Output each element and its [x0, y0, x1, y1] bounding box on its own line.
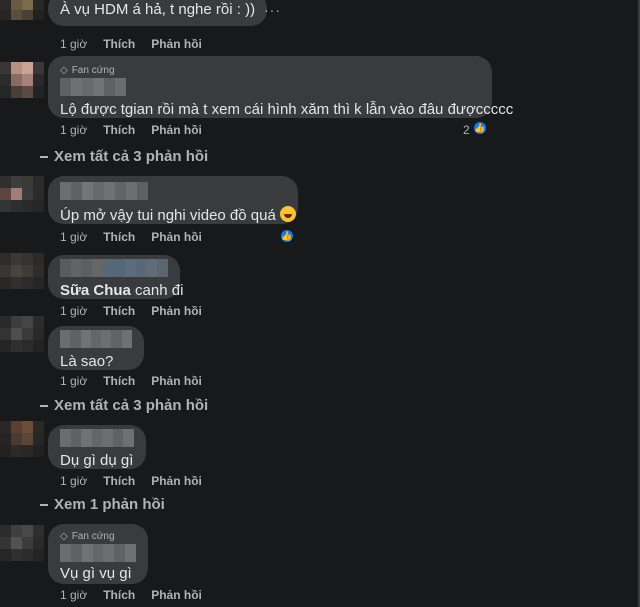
thread-line: [40, 404, 48, 407]
view-replies-link[interactable]: Xem tất cả 3 phản hồi: [40, 148, 208, 165]
comment-bubble: Là sao?: [48, 326, 144, 370]
comment-actions: 1 giờ Thích Phản hồi: [60, 304, 202, 318]
timestamp[interactable]: 1 giờ: [60, 37, 87, 51]
thumbs-up-icon[interactable]: 👍: [279, 228, 295, 244]
timestamp[interactable]: 1 giờ: [60, 588, 87, 602]
comment-actions: 1 giờ Thích Phản hồi: [60, 230, 202, 244]
author-name-blurred[interactable]: [60, 259, 168, 277]
comment-actions: 1 giờ Thích Phản hồi: [60, 474, 202, 488]
author-name-blurred[interactable]: [60, 544, 137, 562]
grin-emoji-icon: [279, 206, 296, 222]
comment-text: Lộ được tgian rồi mà t xem cái hình xăm …: [60, 101, 514, 118]
comment-bubble: Úp mở vậy tui nghi video đồ quá: [48, 176, 298, 224]
comment-bubble: Sữa Chua canh đi: [48, 255, 183, 301]
author-name-blurred[interactable]: [60, 330, 132, 348]
thumbs-up-icon[interactable]: 👍: [472, 120, 488, 136]
reply-button[interactable]: Phản hồi: [151, 474, 202, 488]
avatar[interactable]: [0, 421, 44, 457]
comment-text-content: Úp mở vậy tui nghi video đồ quá: [60, 207, 276, 224]
comment-bubble: ◇ Fan cứng Lộ được tgian rồi mà t xem cá…: [48, 56, 514, 118]
view-replies-label: Xem 1 phản hồi: [54, 496, 165, 513]
mention-tag[interactable]: Sữa Chua: [60, 282, 131, 299]
comment-bubble: Dụ gì dụ gì: [48, 425, 146, 469]
comment-thread: À vụ HDM á hả, t nghe rồi : )) ··· 1 giờ…: [0, 0, 640, 607]
comment-actions: 1 giờ Thích Phản hồi: [60, 123, 202, 137]
comment-text: À vụ HDM á hả, t nghe rồi : )): [60, 1, 256, 18]
avatar[interactable]: [0, 176, 44, 212]
reply-button[interactable]: Phản hồi: [151, 123, 202, 137]
author-name-blurred[interactable]: [60, 429, 135, 447]
comment-text: Úp mở vậy tui nghi video đồ quá: [60, 206, 296, 226]
like-button[interactable]: Thích: [103, 230, 135, 244]
avatar[interactable]: [0, 253, 44, 289]
comment-actions: 1 giờ Thích Phản hồi: [60, 374, 202, 388]
reply-button[interactable]: Phản hồi: [151, 37, 202, 51]
view-replies-label: Xem tất cả 3 phản hồi: [54, 397, 209, 414]
avatar[interactable]: [0, 316, 44, 352]
comment-actions: 1 giờ Thích Phản hồi: [60, 588, 202, 602]
badge-label: Fan cứng: [71, 65, 115, 76]
author-name-blurred[interactable]: [60, 182, 286, 200]
badge-label: Fan cứng: [71, 531, 115, 542]
like-button[interactable]: Thích: [103, 474, 135, 488]
reply-button[interactable]: Phản hồi: [151, 304, 202, 318]
reply-button[interactable]: Phản hồi: [151, 230, 202, 244]
diamond-icon: ◇: [60, 531, 68, 542]
thread-line: [40, 503, 48, 506]
comment-text: Sữa Chua canh đi: [60, 281, 183, 301]
comment-text: Là sao?: [60, 353, 114, 370]
comment-text: Dụ gì dụ gì: [60, 452, 134, 469]
avatar[interactable]: [0, 525, 44, 561]
reaction-count[interactable]: 2: [463, 123, 470, 137]
like-button[interactable]: Thích: [103, 123, 135, 137]
more-options-icon[interactable]: ···: [264, 2, 281, 18]
like-button[interactable]: Thích: [103, 304, 135, 318]
fan-badge: ◇ Fan cứng: [60, 64, 480, 77]
timestamp[interactable]: 1 giờ: [60, 123, 87, 137]
diamond-icon: ◇: [60, 65, 68, 76]
timestamp[interactable]: 1 giờ: [60, 230, 87, 244]
comment-bubble: ◇ Fan cứng Vụ gì vụ gì: [48, 524, 148, 584]
avatar[interactable]: [0, 62, 44, 98]
reply-button[interactable]: Phản hồi: [151, 374, 202, 388]
comment-bubble: À vụ HDM á hả, t nghe rồi : )): [48, 0, 268, 26]
thread-line: [40, 155, 48, 158]
timestamp[interactable]: 1 giờ: [60, 474, 87, 488]
timestamp[interactable]: 1 giờ: [60, 374, 87, 388]
view-replies-label: Xem tất cả 3 phản hồi: [54, 148, 209, 165]
timestamp[interactable]: 1 giờ: [60, 304, 87, 318]
view-replies-link[interactable]: Xem tất cả 3 phản hồi: [40, 397, 208, 414]
author-name-blurred[interactable]: [60, 78, 480, 96]
view-replies-link[interactable]: Xem 1 phản hồi: [40, 496, 165, 513]
like-button[interactable]: Thích: [103, 374, 135, 388]
avatar[interactable]: [0, 0, 44, 20]
reply-button[interactable]: Phản hồi: [151, 588, 202, 602]
like-button[interactable]: Thích: [103, 37, 135, 51]
comment-text-content: canh đi: [130, 282, 184, 299]
like-button[interactable]: Thích: [103, 588, 135, 602]
fan-badge: ◇ Fan cứng: [60, 530, 136, 543]
comment-actions: 1 giờ Thích Phản hồi: [60, 37, 202, 51]
comment-text: Vụ gì vụ gì: [60, 565, 132, 582]
